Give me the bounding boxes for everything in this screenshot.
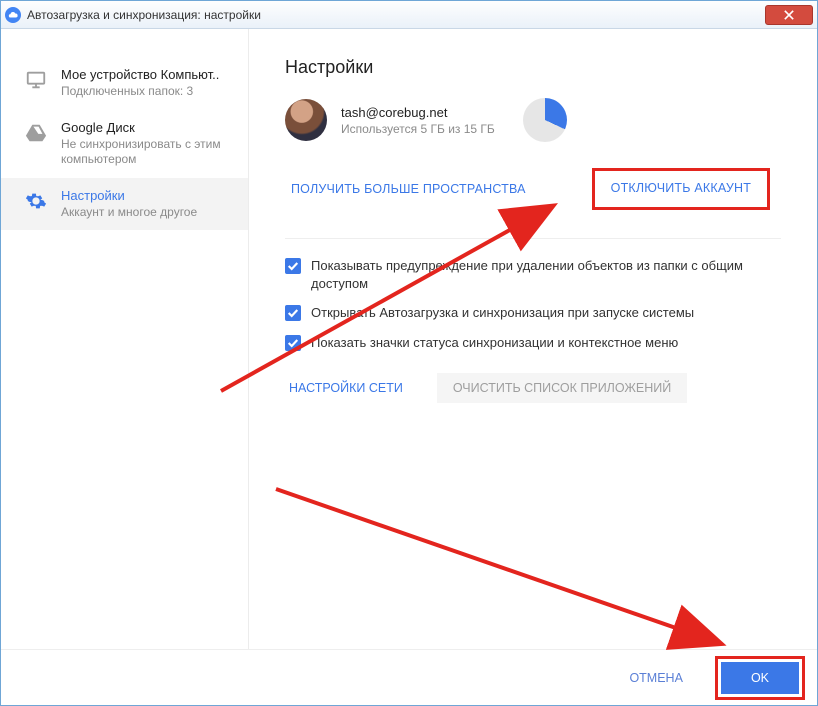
sidebar-item-my-device[interactable]: Мое устройство Компьют.. Подключенных па…: [1, 57, 248, 110]
clear-apps-button[interactable]: ОЧИСТИТЬ СПИСОК ПРИЛОЖЕНИЙ: [437, 373, 687, 403]
checkbox-label: Показывать предупреждение при удалении о…: [311, 257, 781, 292]
sidebar-item-sub: Не синхронизировать с этим компьютером: [61, 137, 232, 168]
checkbox-checked-icon: [285, 258, 301, 274]
ok-button[interactable]: OK: [721, 662, 799, 694]
annotation-highlight-disconnect: ОТКЛЮЧИТЬ АККАУНТ: [592, 168, 770, 210]
checkbox-label: Открывать Автозагрузка и синхронизация п…: [311, 304, 694, 322]
app-window: Автозагрузка и синхронизация: настройки …: [0, 0, 818, 706]
sidebar: Мое устройство Компьют.. Подключенных па…: [1, 29, 249, 649]
network-row: НАСТРОЙКИ СЕТИ ОЧИСТИТЬ СПИСОК ПРИЛОЖЕНИ…: [285, 373, 781, 403]
disconnect-account-button[interactable]: ОТКЛЮЧИТЬ АККАУНТ: [605, 175, 757, 201]
page-title: Настройки: [285, 57, 781, 78]
window-title: Автозагрузка и синхронизация: настройки: [27, 8, 765, 22]
gear-icon: [25, 190, 47, 212]
network-settings-button[interactable]: НАСТРОЙКИ СЕТИ: [285, 373, 407, 403]
checkbox-show-sync-icons[interactable]: Показать значки статуса синхронизации и …: [285, 334, 781, 352]
divider: [285, 238, 781, 239]
avatar: [285, 99, 327, 141]
checkbox-open-on-startup[interactable]: Открывать Автозагрузка и синхронизация п…: [285, 304, 781, 322]
account-usage: Используется 5 ГБ из 15 ГБ: [341, 122, 495, 136]
body: Мое устройство Компьют.. Подключенных па…: [1, 29, 817, 649]
checkbox-checked-icon: [285, 305, 301, 321]
checkbox-checked-icon: [285, 335, 301, 351]
account-email: tash@corebug.net: [341, 105, 495, 120]
sidebar-item-google-drive[interactable]: Google Диск Не синхронизировать с этим к…: [1, 110, 248, 178]
sidebar-item-settings[interactable]: Настройки Аккаунт и многое другое: [1, 178, 248, 231]
account-actions: ПОЛУЧИТЬ БОЛЬШЕ ПРОСТРАНСТВА ОТКЛЮЧИТЬ А…: [285, 168, 781, 210]
titlebar: Автозагрузка и синхронизация: настройки: [1, 1, 817, 29]
footer: ОТМЕНА OK: [1, 649, 817, 705]
content-pane: Настройки tash@corebug.net Используется …: [249, 29, 817, 649]
sidebar-item-label: Google Диск: [61, 120, 232, 135]
account-row: tash@corebug.net Используется 5 ГБ из 15…: [285, 98, 781, 142]
cancel-button[interactable]: ОТМЕНА: [619, 663, 692, 693]
checkbox-label: Показать значки статуса синхронизации и …: [311, 334, 678, 352]
drive-icon: [25, 122, 47, 144]
sidebar-item-sub: Подключенных папок: 3: [61, 84, 219, 100]
close-button[interactable]: [765, 5, 813, 25]
get-more-space-button[interactable]: ПОЛУЧИТЬ БОЛЬШЕ ПРОСТРАНСТВА: [285, 176, 532, 202]
sidebar-item-label: Мое устройство Компьют..: [61, 67, 219, 82]
monitor-icon: [25, 69, 47, 91]
sidebar-item-label: Настройки: [61, 188, 197, 203]
sidebar-item-sub: Аккаунт и многое другое: [61, 205, 197, 221]
storage-pie-icon: [523, 98, 567, 142]
cloud-icon: [5, 7, 21, 23]
checkbox-warn-shared-delete[interactable]: Показывать предупреждение при удалении о…: [285, 257, 781, 292]
annotation-highlight-ok: OK: [715, 656, 805, 700]
